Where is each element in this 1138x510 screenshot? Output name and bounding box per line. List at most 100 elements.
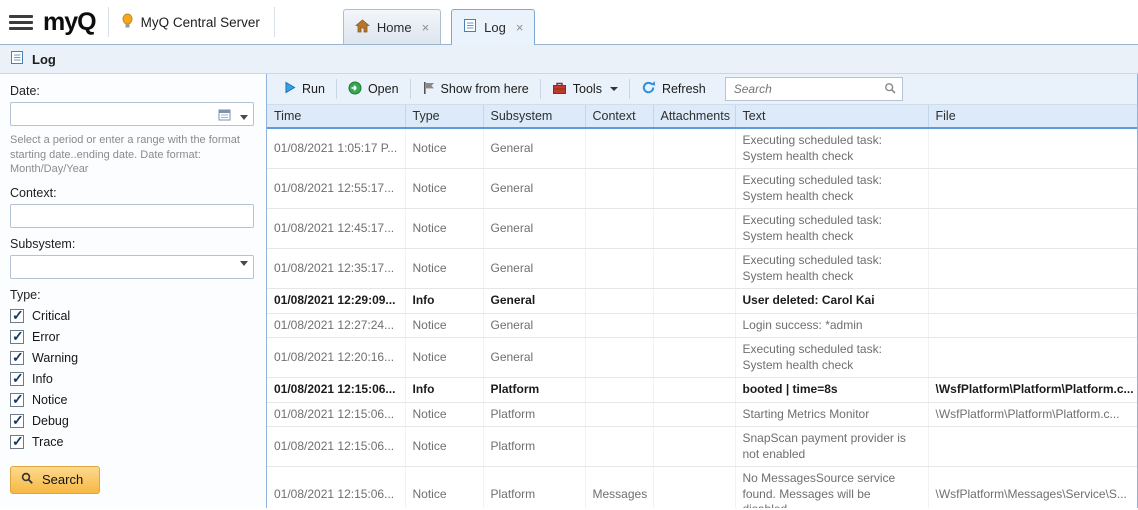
tab-strip: Home × Log ×: [343, 9, 536, 44]
table-row[interactable]: 01/08/2021 12:45:17...NoticeGeneralExecu…: [267, 209, 1137, 249]
type-option-label: Warning: [32, 351, 78, 365]
cell-file: [928, 209, 1137, 249]
cell-type: Notice: [405, 338, 483, 378]
log-search-input[interactable]: [725, 77, 903, 101]
column-header-file[interactable]: File: [928, 105, 1137, 128]
cell-type: Info: [405, 289, 483, 314]
date-field: [10, 102, 254, 126]
cell-file: [928, 427, 1137, 467]
cell-time: 01/08/2021 12:29:09...: [267, 289, 405, 314]
bulb-icon: [121, 13, 134, 32]
filter-sidebar: Date: Select a period or enter a range w…: [0, 74, 266, 508]
table-row[interactable]: 01/08/2021 12:20:16...NoticeGeneralExecu…: [267, 338, 1137, 378]
tools-button[interactable]: Tools: [543, 77, 627, 102]
refresh-icon: [641, 80, 656, 98]
context-input[interactable]: [10, 204, 254, 228]
column-header-text[interactable]: Text: [735, 105, 928, 128]
tab-log[interactable]: Log ×: [451, 9, 535, 45]
calendar-icon[interactable]: [218, 108, 231, 126]
cell-context: [585, 128, 653, 169]
checkbox-info[interactable]: [10, 372, 24, 386]
checkbox-debug[interactable]: [10, 414, 24, 428]
menu-icon[interactable]: [9, 15, 33, 30]
cell-text: Starting Metrics Monitor: [735, 402, 928, 427]
cell-text: Executing scheduled task: System health …: [735, 209, 928, 249]
type-checkbox-info[interactable]: Info: [10, 369, 254, 390]
table-row[interactable]: 01/08/2021 12:29:09...InfoGeneral User de…: [267, 289, 1137, 314]
table-row[interactable]: 01/08/2021 12:55:17...NoticeGeneralExecu…: [267, 169, 1137, 209]
checkbox-error[interactable]: [10, 330, 24, 344]
table-row[interactable]: 01/08/2021 12:15:06...NoticePlatformStar…: [267, 402, 1137, 427]
subsystem-dropdown-icon[interactable]: [240, 261, 248, 266]
page-header: Log: [0, 45, 1138, 74]
cell-time: 01/08/2021 1:05:17 P...: [267, 128, 405, 169]
column-header-context[interactable]: Context: [585, 105, 653, 128]
run-icon: [284, 81, 296, 97]
table-row[interactable]: 01/08/2021 1:05:17 P...NoticeGeneralExec…: [267, 128, 1137, 169]
cell-text: Executing scheduled task: System health …: [735, 249, 928, 289]
type-option-label: Notice: [32, 393, 67, 407]
column-header-time[interactable]: Time: [267, 105, 405, 128]
column-header-type[interactable]: Type: [405, 105, 483, 128]
cell-type: Notice: [405, 402, 483, 427]
open-button[interactable]: Open: [339, 77, 408, 102]
cell-subsystem: Platform: [483, 427, 585, 467]
checkbox-notice[interactable]: [10, 393, 24, 407]
table-row[interactable]: 01/08/2021 12:15:06...InfoPlatformbooted…: [267, 378, 1137, 403]
type-checkbox-trace[interactable]: Trace: [10, 432, 254, 453]
cell-attachments: [653, 427, 735, 467]
run-button[interactable]: Run: [275, 77, 334, 101]
type-checkbox-notice[interactable]: Notice: [10, 390, 254, 411]
cell-attachments: [653, 313, 735, 338]
server-name-label: MyQ Central Server: [141, 15, 260, 30]
subsystem-select[interactable]: [10, 255, 254, 279]
log-icon: [463, 18, 477, 36]
cell-text: No MessagesSource service found. Message…: [735, 467, 928, 509]
cell-type: Info: [405, 378, 483, 403]
search-button[interactable]: Search: [10, 466, 100, 494]
checkbox-critical[interactable]: [10, 309, 24, 323]
cell-time: 01/08/2021 12:15:06...: [267, 467, 405, 509]
cell-type: Notice: [405, 249, 483, 289]
tab-log-close-icon[interactable]: ×: [516, 20, 524, 35]
cell-type: Notice: [405, 427, 483, 467]
cell-context: [585, 289, 653, 314]
log-table-container[interactable]: TimeTypeSubsystemContextAttachmentsTextF…: [267, 105, 1137, 508]
type-checkbox-error[interactable]: Error: [10, 327, 254, 348]
myq-logo: myQ: [43, 8, 96, 37]
cell-context: [585, 169, 653, 209]
cell-subsystem: General: [483, 289, 585, 314]
cell-attachments: [653, 169, 735, 209]
date-label: Date:: [10, 84, 254, 98]
log-table-body: 01/08/2021 1:05:17 P...NoticeGeneralExec…: [267, 128, 1137, 508]
tab-home[interactable]: Home ×: [343, 9, 441, 44]
table-row[interactable]: 01/08/2021 12:15:06...NoticePlatformMess…: [267, 467, 1137, 509]
checkbox-warning[interactable]: [10, 351, 24, 365]
type-checkbox-warning[interactable]: Warning: [10, 348, 254, 369]
show-from-here-button[interactable]: Show from here: [413, 77, 538, 102]
table-row[interactable]: 01/08/2021 12:15:06...NoticePlatformSnap…: [267, 427, 1137, 467]
date-dropdown-icon[interactable]: [240, 115, 248, 120]
top-bar: myQ MyQ Central Server Home × Log ×: [0, 0, 1138, 45]
column-header-attachments[interactable]: Attachments: [653, 105, 735, 128]
cell-type: Notice: [405, 128, 483, 169]
table-row[interactable]: 01/08/2021 12:27:24...NoticeGeneralLogin…: [267, 313, 1137, 338]
type-checkbox-critical[interactable]: Critical: [10, 306, 254, 327]
table-row[interactable]: 01/08/2021 12:35:17...NoticeGeneralExecu…: [267, 249, 1137, 289]
cell-text: User deleted: Carol Kai: [735, 289, 928, 314]
column-header-subsystem[interactable]: Subsystem: [483, 105, 585, 128]
tab-home-close-icon[interactable]: ×: [422, 20, 430, 35]
checkbox-trace[interactable]: [10, 435, 24, 449]
type-checkbox-debug[interactable]: Debug: [10, 411, 254, 432]
cell-subsystem: General: [483, 209, 585, 249]
cell-subsystem: General: [483, 169, 585, 209]
subsystem-label: Subsystem:: [10, 237, 254, 251]
cell-subsystem: Platform: [483, 402, 585, 427]
cell-attachments: [653, 378, 735, 403]
cell-attachments: [653, 467, 735, 509]
type-filter-list: Critical Error Warning Info Notice DebugTrace: [10, 306, 254, 453]
divider: [108, 7, 109, 37]
type-option-label: Critical: [32, 309, 70, 323]
server-name: MyQ Central Server: [121, 13, 274, 32]
refresh-button[interactable]: Refresh: [632, 76, 715, 102]
